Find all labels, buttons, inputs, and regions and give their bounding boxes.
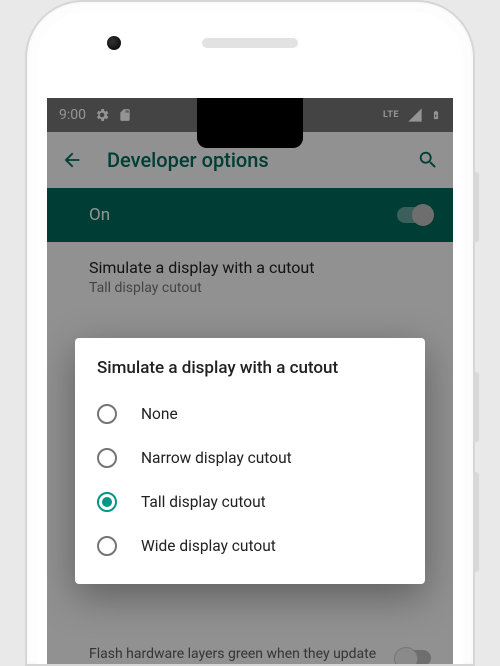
device-frame: 9:00 LTE Developer options On Simulate a… — [25, 0, 475, 666]
option-none[interactable]: None — [97, 392, 403, 436]
cutout-dialog: Simulate a display with a cutout None Na… — [75, 338, 425, 584]
option-label: Tall display cutout — [141, 493, 266, 511]
radio-icon — [97, 448, 117, 468]
radio-icon — [97, 492, 117, 512]
option-tall[interactable]: Tall display cutout — [97, 480, 403, 524]
radio-icon — [97, 536, 117, 556]
earpiece-grille — [202, 38, 298, 48]
option-narrow[interactable]: Narrow display cutout — [97, 436, 403, 480]
option-label: None — [141, 405, 178, 423]
volume-up-button — [473, 172, 479, 242]
dialog-title: Simulate a display with a cutout — [97, 358, 403, 378]
option-wide[interactable]: Wide display cutout — [97, 524, 403, 568]
power-button — [473, 472, 479, 572]
option-label: Wide display cutout — [141, 537, 276, 555]
radio-icon — [97, 404, 117, 424]
screen: 9:00 LTE Developer options On Simulate a… — [47, 98, 453, 664]
option-label: Narrow display cutout — [141, 449, 292, 467]
volume-down-button — [473, 372, 479, 442]
front-camera — [107, 36, 121, 50]
